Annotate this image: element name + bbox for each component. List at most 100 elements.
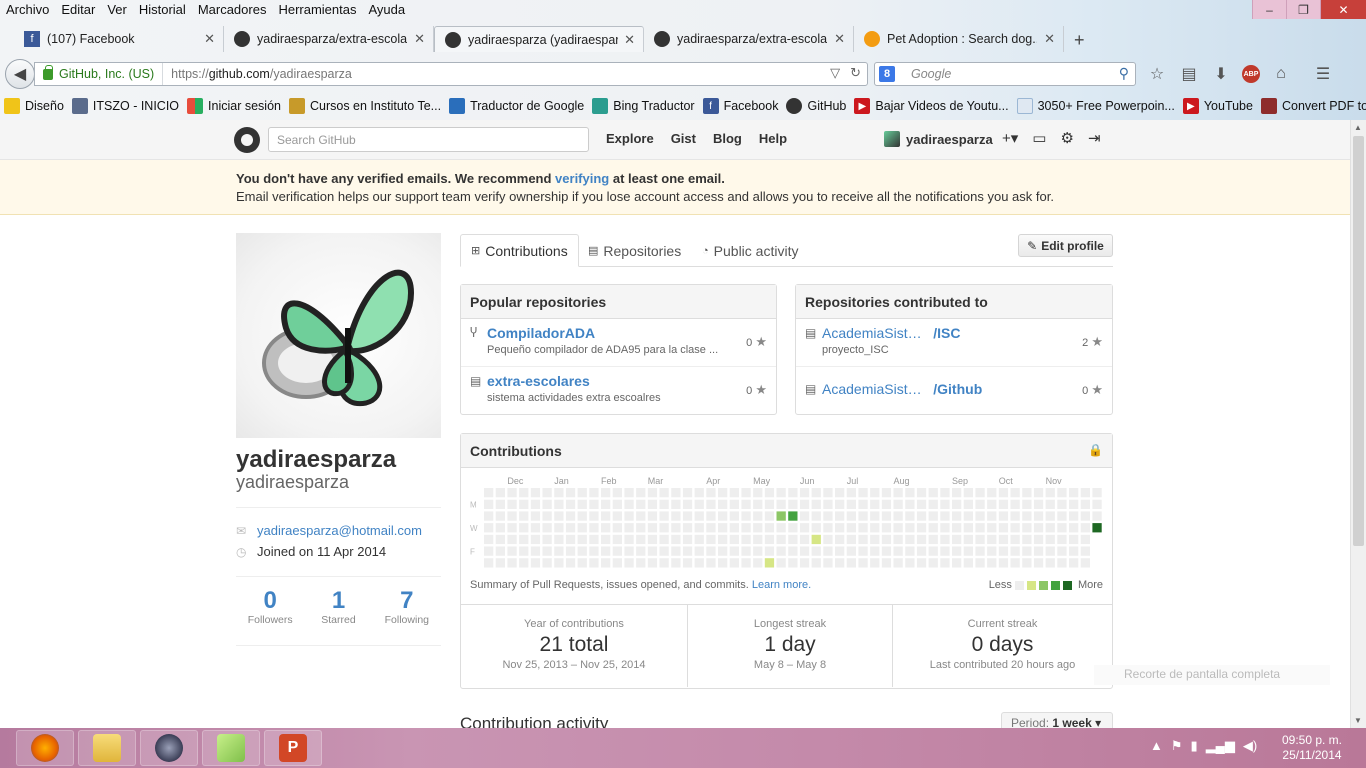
calendar-day[interactable] — [811, 534, 821, 545]
calendar-day[interactable] — [565, 499, 576, 509]
calendar-day[interactable] — [1033, 546, 1044, 556]
github-logo-icon[interactable] — [234, 127, 260, 153]
repo-name[interactable]: AcademiaSist… /Github — [822, 381, 1112, 397]
site-identity[interactable]: GitHub, Inc. (US) — [35, 63, 164, 85]
calendar-day[interactable] — [624, 546, 634, 556]
calendar-day[interactable] — [870, 534, 880, 545]
calendar-day[interactable] — [975, 546, 985, 556]
calendar-day[interactable] — [846, 511, 856, 521]
calendar-day[interactable] — [823, 534, 833, 545]
calendar-day[interactable] — [987, 523, 997, 533]
calendar-day[interactable] — [741, 511, 751, 521]
calendar-day[interactable] — [706, 546, 716, 556]
calendar-day[interactable] — [905, 499, 915, 509]
calendar-day[interactable] — [495, 488, 505, 498]
list-item[interactable]: ▤ extra-escolares sistema actividades ex… — [461, 367, 776, 415]
bookmark-item[interactable]: Bing Traductor — [592, 98, 695, 114]
calendar-day[interactable] — [870, 523, 880, 533]
calendar-day[interactable] — [963, 488, 973, 498]
calendar-day[interactable] — [881, 511, 892, 521]
calendar-day[interactable] — [753, 488, 763, 498]
calendar-day[interactable] — [612, 523, 622, 533]
calendar-day[interactable] — [530, 511, 541, 521]
calendar-day[interactable] — [694, 558, 704, 568]
calendar-day[interactable] — [881, 488, 892, 498]
calendar-day[interactable] — [624, 534, 634, 545]
period-select[interactable]: Period: 1 week ▾ — [1001, 712, 1113, 728]
calendar-day[interactable] — [1092, 511, 1102, 521]
reload-icon[interactable]: ↻ — [850, 65, 861, 81]
calendar-day[interactable] — [811, 558, 821, 568]
avatar[interactable] — [236, 233, 441, 438]
calendar-day[interactable] — [1045, 558, 1055, 568]
header-user-link[interactable]: yadiraesparza — [884, 131, 993, 147]
calendar-day[interactable] — [858, 523, 868, 533]
calendar-day[interactable] — [1022, 558, 1032, 568]
calendar-day[interactable] — [718, 523, 728, 533]
verify-link[interactable]: verifying — [555, 171, 609, 186]
calendar-day[interactable] — [554, 546, 564, 556]
calendar-day[interactable] — [764, 499, 775, 509]
bookmark-item[interactable]: Traductor de Google — [449, 98, 584, 114]
adblock-icon[interactable]: ABP — [1242, 65, 1260, 83]
calendar-day[interactable] — [647, 546, 658, 556]
signal-icon[interactable]: ▂▄▆ — [1206, 738, 1235, 754]
calendar-day[interactable] — [1010, 534, 1020, 545]
calendar-day[interactable] — [542, 488, 552, 498]
calendar-day[interactable] — [542, 534, 552, 545]
calendar-day[interactable] — [799, 511, 810, 521]
calendar-day[interactable] — [519, 499, 529, 509]
calendar-day[interactable] — [636, 546, 646, 556]
calendar-day[interactable] — [905, 558, 915, 568]
calendar-day[interactable] — [776, 499, 786, 509]
calendar-day[interactable] — [975, 523, 985, 533]
calendar-day[interactable] — [565, 523, 576, 533]
calendar-day[interactable] — [1010, 523, 1020, 533]
calendar-day[interactable] — [870, 546, 880, 556]
calendar-day[interactable] — [718, 534, 728, 545]
calendar-day[interactable] — [835, 523, 845, 533]
calendar-day[interactable] — [1022, 499, 1032, 509]
calendar-day[interactable] — [788, 558, 798, 568]
google-icon[interactable]: 8 — [879, 66, 895, 82]
create-new-icon[interactable]: +▾ — [1002, 129, 1018, 147]
calendar-day[interactable] — [694, 511, 704, 521]
calendar-day[interactable] — [998, 534, 1009, 545]
calendar-day[interactable] — [987, 499, 997, 509]
calendar-day[interactable] — [612, 488, 622, 498]
calendar-day[interactable] — [1045, 523, 1055, 533]
calendar-day[interactable] — [659, 534, 669, 545]
calendar-day[interactable] — [577, 499, 587, 509]
calendar-day[interactable] — [1080, 511, 1090, 521]
calendar-day[interactable] — [1057, 558, 1067, 568]
calendar-day[interactable] — [1092, 488, 1102, 498]
followers-stat[interactable]: 0 Followers — [236, 588, 304, 627]
calendar-day[interactable] — [1057, 511, 1067, 521]
calendar-day[interactable] — [835, 488, 845, 498]
bookmark-item[interactable]: Iniciar sesión — [187, 98, 281, 114]
calendar-day[interactable] — [776, 558, 786, 568]
calendar-day[interactable] — [940, 523, 950, 533]
calendar-day[interactable] — [659, 558, 669, 568]
calendar-day[interactable] — [682, 488, 693, 498]
calendar-day[interactable] — [916, 534, 927, 545]
calendar-day[interactable] — [905, 534, 915, 545]
calendar-day[interactable] — [729, 546, 739, 556]
calendar-day[interactable] — [577, 511, 587, 521]
calendar-day[interactable] — [624, 523, 634, 533]
calendar-day[interactable] — [835, 534, 845, 545]
calendar-day[interactable] — [881, 499, 892, 509]
calendar-day[interactable] — [753, 546, 763, 556]
calendar-day[interactable] — [823, 499, 833, 509]
calendar-day[interactable] — [1010, 488, 1020, 498]
taskbar-file-explorer[interactable] — [78, 730, 136, 766]
calendar-day[interactable] — [1057, 546, 1067, 556]
calendar-day[interactable] — [799, 534, 810, 545]
calendar-day[interactable] — [741, 499, 751, 509]
repo-name[interactable]: extra-escolares — [487, 373, 776, 389]
calendar-day[interactable] — [519, 523, 529, 533]
calendar-day[interactable] — [729, 499, 739, 509]
calendar-day[interactable] — [554, 488, 564, 498]
calendar-day[interactable] — [565, 488, 576, 498]
calendar-day[interactable] — [870, 499, 880, 509]
